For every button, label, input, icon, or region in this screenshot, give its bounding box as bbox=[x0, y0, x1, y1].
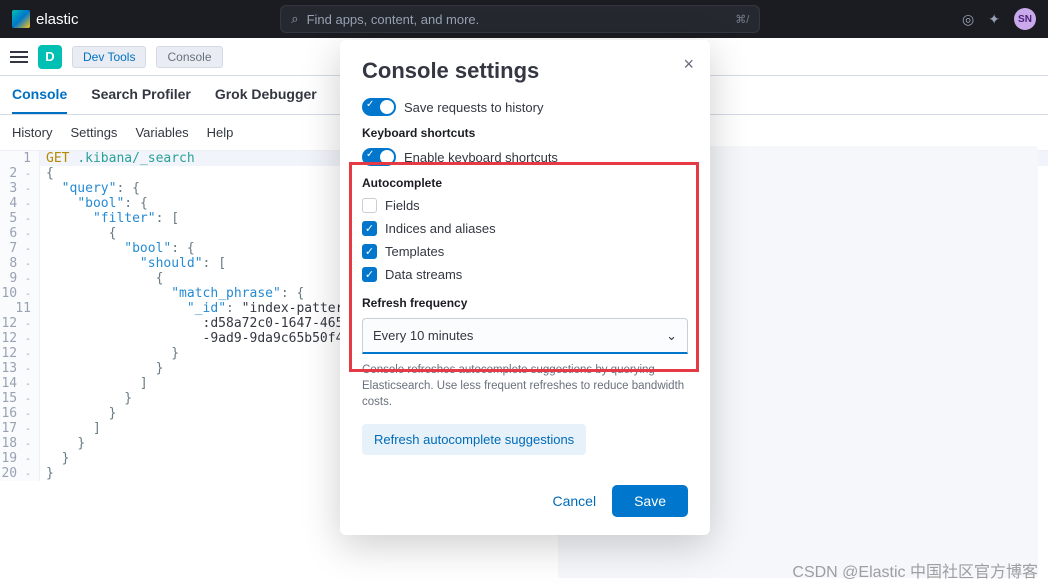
autocomplete-section-label: Autocomplete bbox=[362, 176, 688, 190]
watermark: CSDN @Elastic 中国社区官方博客 bbox=[792, 558, 1038, 582]
elastic-logo-icon bbox=[12, 10, 30, 28]
refresh-frequency-value: Every 10 minutes bbox=[373, 328, 473, 343]
newsfeed-icon[interactable]: ✦ bbox=[988, 11, 1000, 28]
breadcrumb-console[interactable]: Console bbox=[156, 46, 222, 68]
toggle-save-history-label: Save requests to history bbox=[404, 100, 543, 115]
checkbox-indices[interactable]: ✓ bbox=[362, 221, 377, 236]
keyboard-section-label: Keyboard shortcuts bbox=[362, 126, 688, 140]
brand[interactable]: elastic bbox=[12, 10, 79, 28]
save-button[interactable]: Save bbox=[612, 485, 688, 517]
tab-console[interactable]: Console bbox=[12, 86, 67, 114]
chevron-down-icon: ⌄ bbox=[666, 328, 677, 344]
refresh-help-text: Console refreshes autocomplete suggestio… bbox=[362, 362, 688, 410]
search-shortcut: ⌘/ bbox=[735, 13, 749, 26]
avatar[interactable]: SN bbox=[1014, 8, 1036, 30]
settings-modal: × Console settings Save requests to hist… bbox=[340, 40, 710, 535]
refresh-section-label: Refresh frequency bbox=[362, 296, 688, 310]
checkbox-templates-label: Templates bbox=[385, 244, 444, 259]
checkbox-data-streams[interactable]: ✓ bbox=[362, 267, 377, 282]
toggle-keyboard-shortcuts[interactable] bbox=[362, 148, 396, 166]
menu-icon[interactable] bbox=[10, 51, 28, 63]
app-icon[interactable]: D bbox=[38, 45, 62, 69]
top-nav: elastic ⌕ Find apps, content, and more. … bbox=[0, 0, 1048, 38]
tab-search-profiler[interactable]: Search Profiler bbox=[91, 86, 191, 114]
brand-text: elastic bbox=[36, 11, 79, 28]
checkbox-streams-label: Data streams bbox=[385, 267, 462, 282]
subtab-help[interactable]: Help bbox=[207, 125, 234, 140]
subtab-settings[interactable]: Settings bbox=[70, 125, 117, 140]
global-search[interactable]: ⌕ Find apps, content, and more. ⌘/ bbox=[280, 5, 760, 33]
checkbox-fields-label: Fields bbox=[385, 198, 420, 213]
refresh-frequency-select[interactable]: Every 10 minutes ⌄ bbox=[362, 318, 688, 354]
help-icon[interactable]: ◎ bbox=[962, 11, 974, 28]
toggle-save-history[interactable] bbox=[362, 98, 396, 116]
refresh-suggestions-button[interactable]: Refresh autocomplete suggestions bbox=[362, 424, 586, 455]
cancel-button[interactable]: Cancel bbox=[552, 493, 596, 509]
toggle-keyboard-label: Enable keyboard shortcuts bbox=[404, 150, 558, 165]
checkbox-fields[interactable] bbox=[362, 198, 377, 213]
breadcrumb-devtools[interactable]: Dev Tools bbox=[72, 46, 146, 68]
tab-grok-debugger[interactable]: Grok Debugger bbox=[215, 86, 317, 114]
checkbox-indices-label: Indices and aliases bbox=[385, 221, 496, 236]
search-placeholder: Find apps, content, and more. bbox=[307, 12, 480, 27]
search-icon: ⌕ bbox=[291, 11, 298, 27]
subtab-history[interactable]: History bbox=[12, 125, 52, 140]
subtab-variables[interactable]: Variables bbox=[135, 125, 188, 140]
close-icon[interactable]: × bbox=[683, 54, 694, 75]
modal-title: Console settings bbox=[362, 58, 688, 84]
checkbox-templates[interactable]: ✓ bbox=[362, 244, 377, 259]
